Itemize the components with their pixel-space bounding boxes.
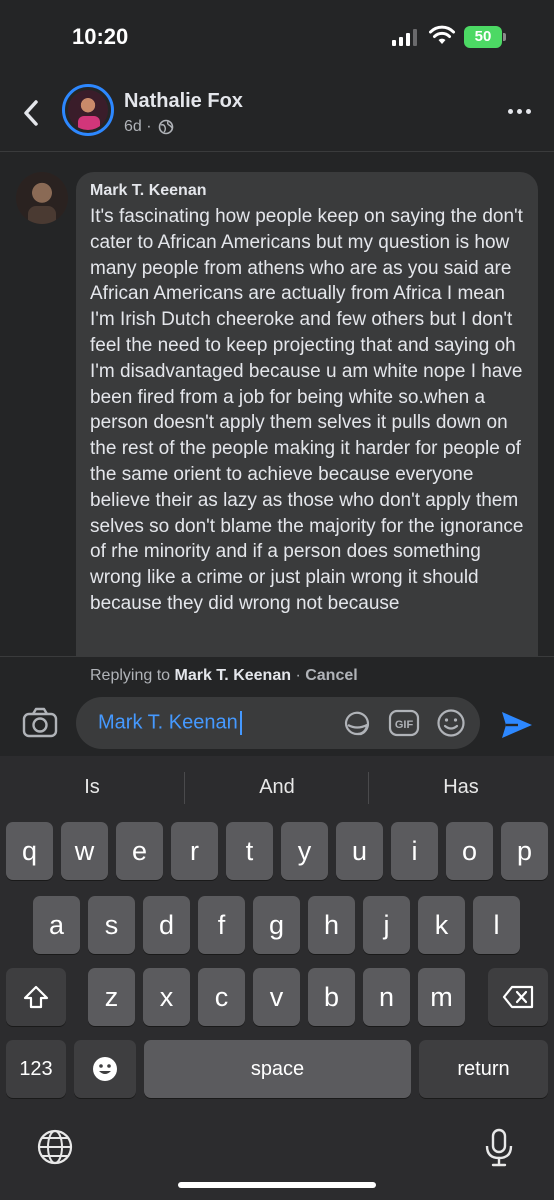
profile-avatar[interactable]: [62, 84, 114, 136]
send-icon[interactable]: [500, 709, 534, 741]
public-globe-icon: [158, 119, 173, 135]
post-time: 6d ·: [124, 118, 152, 135]
more-options-icon[interactable]: [508, 102, 538, 120]
comment-input-text[interactable]: Mark T. Keenan: [98, 711, 242, 735]
profile-photo: [68, 90, 108, 130]
key-s[interactable]: s: [88, 896, 135, 954]
emoji-key[interactable]: [74, 1040, 136, 1098]
shift-key[interactable]: [6, 968, 66, 1026]
delete-icon: [502, 985, 534, 1009]
key-w[interactable]: w: [61, 822, 108, 880]
text-caret: [239, 711, 242, 735]
key-n[interactable]: n: [363, 968, 410, 1026]
key-g[interactable]: g: [253, 896, 300, 954]
emoji-icon[interactable]: [436, 708, 466, 738]
cancel-reply-button[interactable]: Cancel: [305, 667, 357, 684]
key-y[interactable]: y: [281, 822, 328, 880]
globe-icon[interactable]: [36, 1128, 74, 1166]
status-time: 10:20: [72, 24, 129, 49]
key-z[interactable]: z: [88, 968, 135, 1026]
key-c[interactable]: c: [198, 968, 245, 1026]
profile-name[interactable]: Nathalie Fox: [124, 90, 243, 113]
gif-icon[interactable]: GIF: [388, 708, 420, 738]
key-a[interactable]: a: [33, 896, 80, 954]
key-o[interactable]: o: [446, 822, 493, 880]
battery-level: 50: [474, 28, 492, 45]
sticker-icon[interactable]: [342, 708, 372, 738]
key-e[interactable]: e: [116, 822, 163, 880]
suggestion-3[interactable]: Has: [369, 776, 553, 799]
key-x[interactable]: x: [143, 968, 190, 1026]
key-v[interactable]: v: [253, 968, 300, 1026]
home-indicator: [178, 1182, 376, 1188]
back-arrow-icon[interactable]: [18, 96, 46, 130]
comment-text: It's fascinating how people keep on sayi…: [90, 206, 524, 614]
key-k[interactable]: k: [418, 896, 465, 954]
predictive-bar: Is And Has: [0, 756, 554, 818]
comment-author[interactable]: Mark T. Keenan: [90, 182, 524, 200]
comment-bubble[interactable]: Mark T. Keenan It's fascinating how peop…: [76, 172, 538, 656]
reply-separator: ·: [295, 667, 301, 684]
microphone-icon[interactable]: [484, 1128, 514, 1168]
key-u[interactable]: u: [336, 822, 383, 880]
post-meta: 6d ·: [124, 118, 174, 136]
key-b[interactable]: b: [308, 968, 355, 1026]
emoji-face-icon: [93, 1057, 117, 1081]
suggestion-1[interactable]: Is: [0, 776, 184, 799]
comment-input[interactable]: Mark T. Keenan GIF: [76, 697, 480, 749]
return-key[interactable]: return: [419, 1040, 548, 1098]
key-m[interactable]: m: [418, 968, 465, 1026]
key-i[interactable]: i: [391, 822, 438, 880]
keyboard: Is And Has q w e r t y u i o p a s d f g…: [0, 756, 554, 1200]
backspace-key[interactable]: [488, 968, 548, 1026]
key-l[interactable]: l: [473, 896, 520, 954]
comment-thread: Mark T. Keenan It's fascinating how peop…: [0, 152, 554, 656]
key-j[interactable]: j: [363, 896, 410, 954]
replying-prefix: Replying to: [90, 667, 171, 684]
key-d[interactable]: d: [143, 896, 190, 954]
key-f[interactable]: f: [198, 896, 245, 954]
battery-icon: 50: [464, 26, 506, 48]
replying-target: Mark T. Keenan: [174, 667, 291, 684]
cellular-signal-icon: [392, 28, 417, 46]
reply-composer: Replying to Mark T. Keenan · Cancel Mark…: [0, 656, 554, 756]
wifi-icon: [429, 25, 455, 44]
shift-arrow-icon: [23, 985, 49, 1009]
replying-to-label: Replying to Mark T. Keenan · Cancel: [90, 667, 358, 685]
post-header: Nathalie Fox 6d ·: [0, 76, 554, 152]
key-h[interactable]: h: [308, 896, 355, 954]
space-key[interactable]: space: [144, 1040, 411, 1098]
svg-text:GIF: GIF: [395, 719, 414, 731]
suggestion-2[interactable]: And: [185, 776, 369, 799]
mention-text: Mark T. Keenan: [98, 711, 238, 734]
commenter-avatar[interactable]: [16, 172, 68, 224]
key-r[interactable]: r: [171, 822, 218, 880]
key-p[interactable]: p: [501, 822, 548, 880]
key-q[interactable]: q: [6, 822, 53, 880]
status-bar: 10:20 50: [0, 0, 554, 76]
numbers-key[interactable]: 123: [6, 1040, 66, 1098]
key-t[interactable]: t: [226, 822, 273, 880]
camera-icon[interactable]: [22, 707, 58, 739]
